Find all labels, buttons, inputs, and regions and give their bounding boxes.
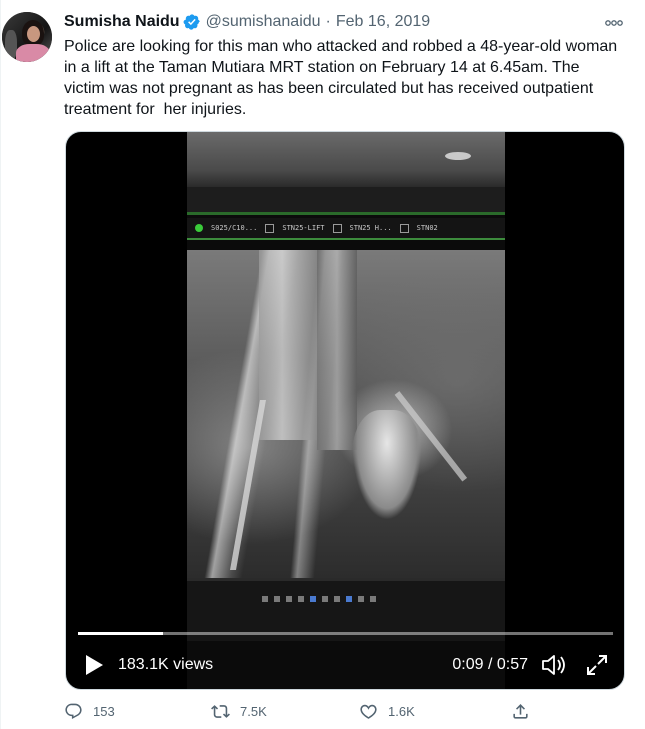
video-progress-fill [78, 632, 163, 635]
play-icon[interactable] [84, 654, 104, 676]
like-button[interactable]: 1.6K [359, 702, 415, 721]
tweet-text: Police are looking for this man who atta… [64, 38, 622, 118]
view-count: 183.1K views [118, 656, 214, 673]
status-dot-icon [195, 224, 203, 232]
timeline-divider [0, 0, 1, 729]
video-time: 0:09 / 0:57 [452, 656, 528, 673]
fullscreen-icon[interactable] [586, 654, 608, 676]
camera-label: STN02 [416, 224, 438, 232]
avatar[interactable] [2, 12, 52, 62]
like-count: 1.6K [388, 704, 415, 719]
video-player[interactable]: S025/C10... STN25-LIFT STN25 H... STN02 … [65, 131, 625, 690]
retweet-count: 7.5K [240, 704, 267, 719]
reply-icon [65, 703, 82, 720]
like-icon [360, 704, 377, 719]
tweet-header: Sumisha Naidu @sumishanaidu · Feb 16, 20… [64, 12, 430, 32]
share-icon [513, 704, 528, 719]
video-progress-bar[interactable] [78, 632, 613, 635]
separator-dot: · [325, 13, 331, 30]
cctv-footage [187, 250, 505, 578]
camera-label-bar: S025/C10... STN25-LIFT STN25 H... STN02 [187, 218, 505, 240]
reply-count: 153 [93, 704, 115, 719]
cctv-ceiling [187, 132, 505, 187]
grid-icon [332, 223, 342, 233]
reply-button[interactable]: 153 [64, 702, 115, 721]
camera-label: S025/C10... [211, 224, 258, 232]
author-name[interactable]: Sumisha Naidu [64, 13, 180, 31]
grid-icon [265, 223, 275, 233]
volume-icon[interactable] [541, 654, 567, 676]
verified-badge-icon [183, 14, 200, 30]
author-handle[interactable]: @sumishanaidu [206, 13, 321, 31]
camera-label: STN25 H... [349, 224, 392, 232]
more-options-icon[interactable] [604, 14, 624, 32]
grid-icon [399, 223, 409, 233]
share-button[interactable] [511, 702, 540, 721]
video-frame: S025/C10... STN25-LIFT STN25 H... STN02 [187, 132, 505, 689]
camera-label: STN25-LIFT [282, 224, 325, 232]
tweet-actions: 153 7.5K 1.6K [64, 702, 534, 724]
retweet-button[interactable]: 7.5K [211, 702, 267, 721]
tweet-date[interactable]: Feb 16, 2019 [336, 13, 430, 31]
monitor-bezel-top [187, 187, 505, 215]
monitor-controls [262, 592, 492, 606]
retweet-icon [211, 705, 230, 718]
